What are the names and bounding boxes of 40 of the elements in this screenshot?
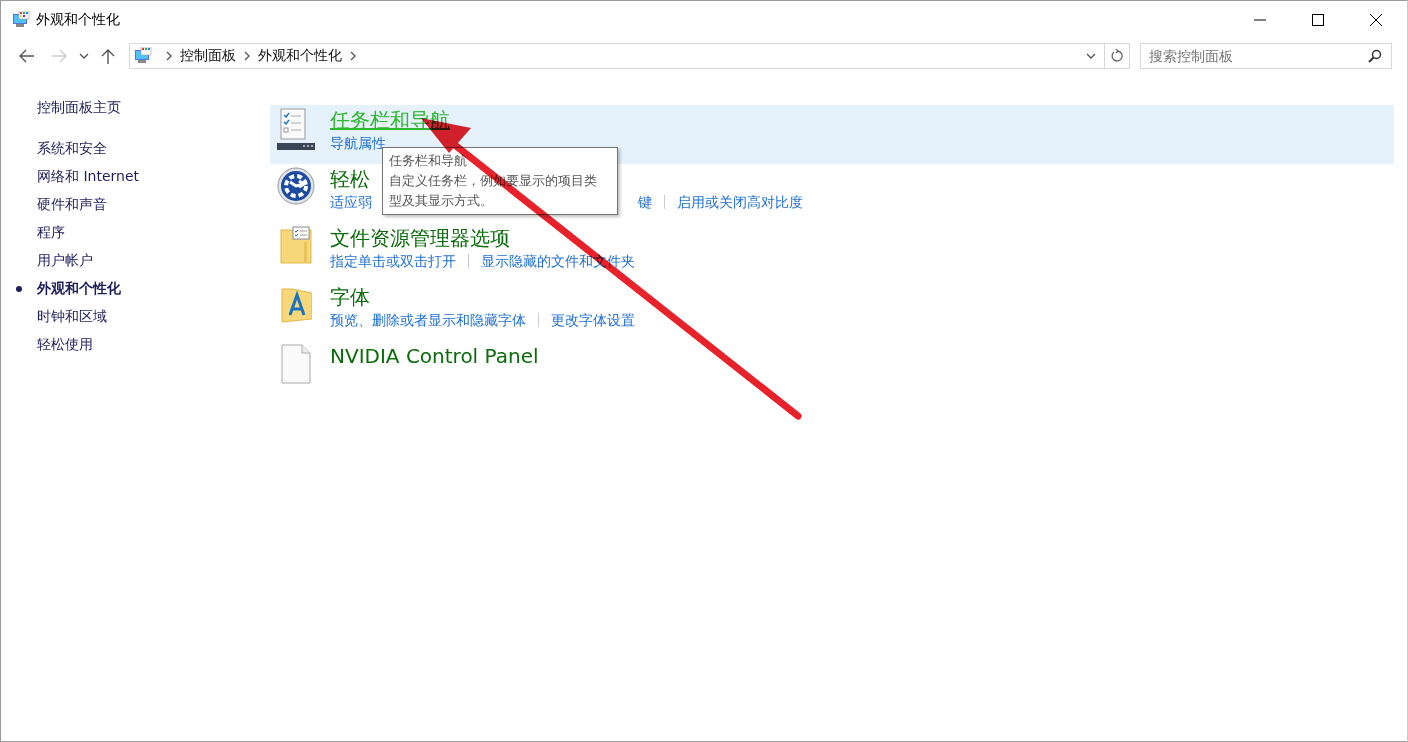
tooltip-title: 任务栏和导航 (389, 152, 468, 170)
sidebar-item[interactable]: 程序 (37, 224, 65, 242)
chevron-down-icon[interactable] (1086, 53, 1096, 59)
sidebar-link[interactable]: 控制面板主页 (37, 99, 121, 117)
close-icon (1370, 14, 1382, 26)
sidebar-item[interactable]: 硬件和声音 (37, 196, 107, 214)
sidebar-item[interactable]: 用户帐户 (37, 252, 93, 270)
refresh-button[interactable] (1105, 43, 1130, 69)
breadcrumb-item[interactable]: 外观和个性化 (258, 47, 342, 65)
sidebar-item[interactable]: 外观和个性化 (37, 280, 121, 298)
control-panel-icon (134, 47, 152, 65)
back-arrow-icon[interactable] (19, 49, 35, 63)
up-arrow-icon[interactable] (101, 48, 115, 64)
search-field[interactable]: 搜索控制面板 (1140, 43, 1392, 69)
clipboard-icon (276, 108, 316, 152)
category-link[interactable]: 轻松 (330, 166, 370, 192)
category-link[interactable]: 文件资源管理器选项 (330, 225, 510, 251)
category-link[interactable]: NVIDIA Control Panel (330, 343, 539, 369)
sidebar-item[interactable]: 时钟和区域 (37, 308, 107, 326)
search-icon (1368, 49, 1382, 63)
maximize-icon (1312, 14, 1324, 26)
address-bar[interactable]: 控制面板 外观和个性化 (129, 43, 1105, 69)
refresh-icon (1110, 49, 1124, 63)
sidebar-item[interactable]: 网络和 Internet (37, 168, 140, 186)
chevron-right-icon[interactable] (244, 51, 250, 61)
chevron-down-icon[interactable] (79, 53, 89, 59)
task-link[interactable]: 更改字体设置 (551, 310, 635, 330)
breadcrumb-item[interactable]: 控制面板 (180, 47, 236, 65)
sidebar-item[interactable]: 轻松使用 (37, 336, 93, 354)
chevron-right-icon[interactable] (166, 51, 172, 61)
control-panel-icon (12, 11, 30, 29)
window-title: 外观和个性化 (36, 11, 120, 29)
task-link[interactable]: 指定单击或双击打开 (330, 251, 456, 271)
task-link[interactable]: 启用或关闭高对比度 (677, 192, 803, 212)
sidebar-item[interactable]: 系统和安全 (37, 140, 107, 158)
task-link[interactable]: 适应弱 (330, 192, 372, 212)
task-link[interactable]: 预览、删除或者显示和隐藏字体 (330, 310, 526, 330)
task-link[interactable]: 键 (638, 192, 652, 212)
category-link[interactable]: 字体 (330, 284, 370, 310)
chevron-right-icon[interactable] (350, 51, 356, 61)
